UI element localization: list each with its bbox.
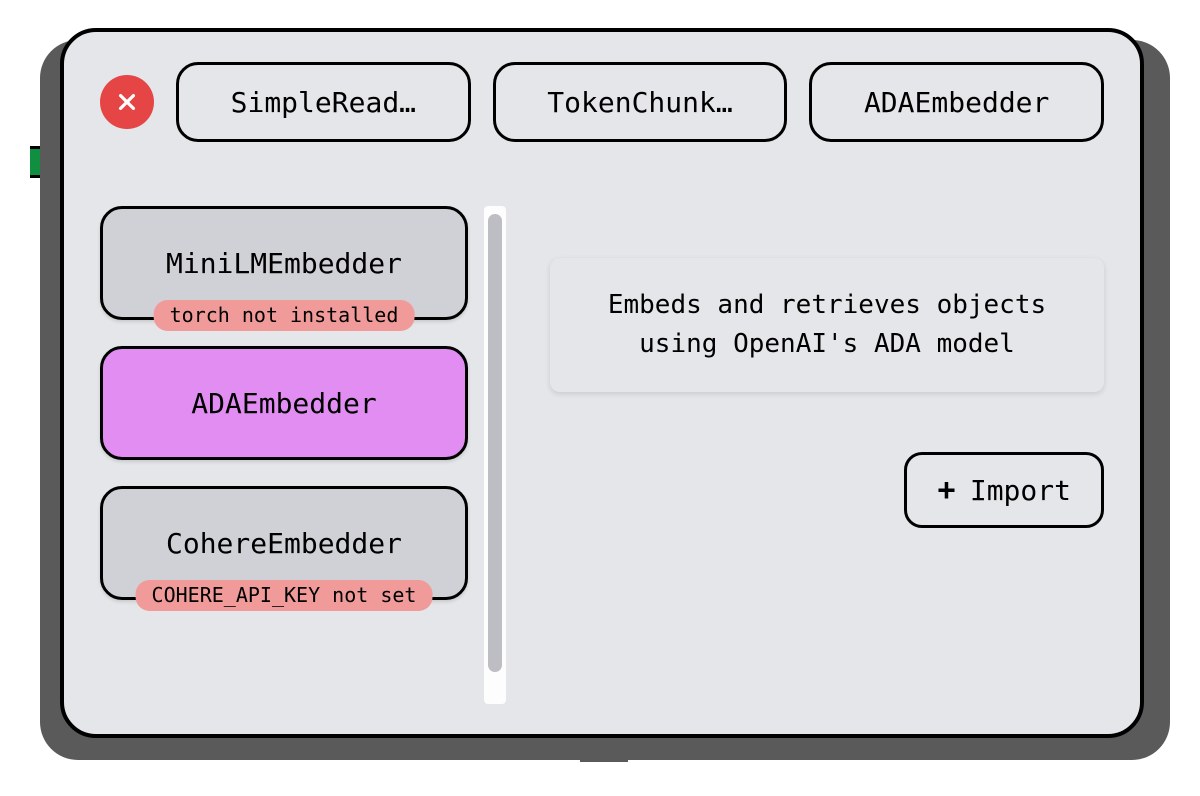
embedder-option-minilm[interactable]: MiniLMEmbedder torch not installed [100,206,468,320]
main-content-row: MiniLMEmbedder torch not installed ADAEm… [100,198,1104,704]
plus-icon: + [937,474,956,506]
import-button[interactable]: + Import [904,452,1104,528]
close-icon [116,91,138,113]
pipeline-step-label: TokenChunk… [547,86,732,119]
pipeline-step-chunker[interactable]: TokenChunk… [493,62,788,142]
pipeline-step-embedder[interactable]: ADAEmbedder [809,62,1104,142]
scrollbar-thumb[interactable] [488,214,502,672]
import-button-label: Import [970,474,1071,507]
embedder-option-cohere[interactable]: CohereEmbedder COHERE_API_KEY not set [100,486,468,600]
pipeline-step-reader[interactable]: SimpleRead… [176,62,471,142]
embedder-option-ada[interactable]: ADAEmbedder [100,346,468,460]
embedder-name: ADAEmbedder [191,387,376,420]
pipeline-header-row: SimpleRead… TokenChunk… ADAEmbedder [100,62,1104,142]
warning-text: COHERE_API_KEY not set [152,583,417,607]
embedder-name: CohereEmbedder [166,527,402,560]
embedder-name: MiniLMEmbedder [166,247,402,280]
embedder-list-scrollbar[interactable] [484,206,506,704]
embedder-description: Embeds and retrieves objects using OpenA… [550,258,1104,392]
warning-badge: torch not installed [154,300,415,331]
warning-text: torch not installed [170,303,399,327]
embedder-list: MiniLMEmbedder torch not installed ADAEm… [100,198,468,704]
background-divider [580,758,628,762]
warning-badge: COHERE_API_KEY not set [136,580,433,611]
detail-panel: Embeds and retrieves objects using OpenA… [522,198,1104,704]
description-text: Embeds and retrieves objects using OpenA… [608,290,1046,359]
close-button[interactable] [100,75,154,129]
component-config-modal: SimpleRead… TokenChunk… ADAEmbedder Mini… [60,28,1144,738]
pipeline-step-label: ADAEmbedder [864,86,1049,119]
pipeline-step-label: SimpleRead… [231,86,416,119]
